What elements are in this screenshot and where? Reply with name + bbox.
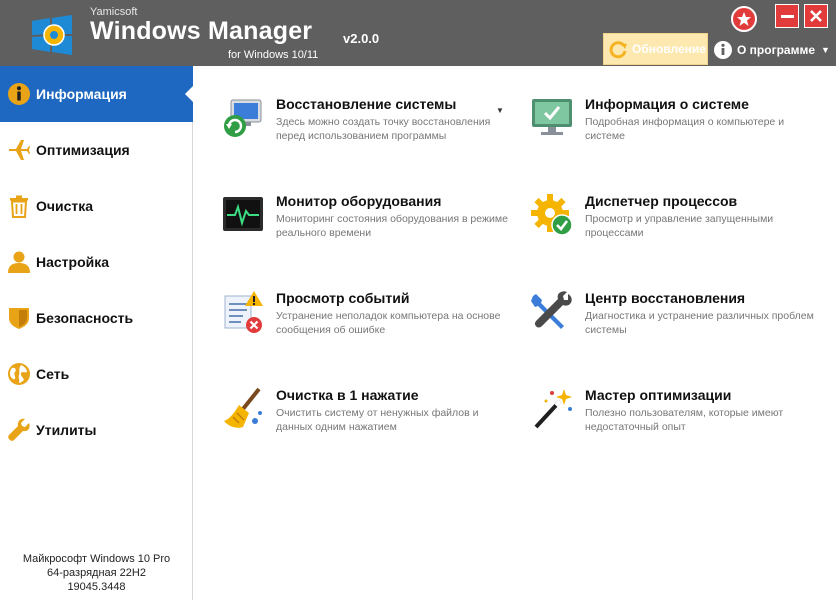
info-icon bbox=[714, 41, 732, 59]
tile-description: Подробная информация о компьютере и сист… bbox=[585, 116, 785, 142]
tile-description: Полезно пользователям, которые имеют нед… bbox=[585, 407, 784, 433]
tile-title: Просмотр событий bbox=[276, 290, 410, 306]
hardware-monitor-icon bbox=[223, 197, 263, 231]
tile-optimization-wizard[interactable]: Мастер оптимизации Полезно пользователям… bbox=[530, 387, 830, 453]
about-label: О программе bbox=[737, 43, 816, 57]
update-button[interactable]: Обновление bbox=[603, 33, 708, 65]
sidebar-item-label: Утилиты bbox=[36, 422, 97, 438]
sidebar-item-label: Информация bbox=[36, 86, 127, 102]
airplane-icon bbox=[6, 137, 32, 163]
tile-one-click-cleanup[interactable]: Очистка в 1 нажатие Очистить систему от … bbox=[221, 387, 521, 453]
tile-title: Диспетчер процессов bbox=[585, 193, 738, 209]
tile-description: Здесь можно создать точку восстановления… bbox=[276, 116, 491, 142]
minimize-button[interactable] bbox=[775, 4, 799, 28]
update-label: Обновление bbox=[632, 42, 706, 56]
globe-icon bbox=[6, 361, 32, 387]
tile-title: Очистка в 1 нажатие bbox=[276, 387, 419, 403]
tile-title: Восстановление системы bbox=[276, 96, 457, 112]
sidebar-item-customization[interactable]: Настройка bbox=[0, 234, 193, 290]
tile-title: Мастер оптимизации bbox=[585, 387, 732, 403]
sidebar-item-security[interactable]: Безопасность bbox=[0, 290, 193, 346]
tile-description: Просмотр и управление запущенными процес… bbox=[585, 213, 774, 239]
sidebar-item-network[interactable]: Сеть bbox=[0, 346, 193, 402]
close-button[interactable] bbox=[804, 4, 828, 28]
tile-title: Центр восстановления bbox=[585, 290, 746, 306]
broom-icon bbox=[224, 387, 262, 428]
system-version-info: Майкрософт Windows 10 Pro 64-разрядная 2… bbox=[0, 552, 193, 594]
tile-description: Очистить систему от ненужных файлов и да… bbox=[276, 407, 479, 433]
wrench-icon bbox=[6, 417, 32, 443]
tile-hardware-monitor[interactable]: Монитор оборудования Мониторинг состояни… bbox=[221, 193, 521, 259]
about-button[interactable]: О программе ▼ bbox=[713, 38, 830, 62]
tile-system-info[interactable]: Информация о системе Подробная информаци… bbox=[530, 96, 830, 162]
close-icon bbox=[810, 10, 822, 22]
repair-tools-icon bbox=[531, 291, 572, 329]
os-build: 19045.3448 bbox=[67, 581, 126, 593]
sidebar-item-label: Настройка bbox=[36, 254, 110, 270]
tile-title: Монитор оборудования bbox=[276, 193, 442, 209]
tile-process-manager[interactable]: Диспетчер процессов Просмотр и управлени… bbox=[530, 193, 830, 259]
chevron-down-icon: ▼ bbox=[821, 45, 830, 55]
app-logo-icon bbox=[32, 15, 72, 55]
app-title: Windows Manager bbox=[90, 17, 313, 45]
sidebar-item-label: Оптимизация bbox=[36, 142, 130, 158]
chevron-down-icon[interactable]: ▼ bbox=[496, 106, 504, 115]
tile-title: Информация о системе bbox=[585, 96, 749, 112]
refresh-icon bbox=[609, 41, 627, 59]
star-icon bbox=[737, 12, 751, 26]
tile-event-viewer[interactable]: Просмотр событий Устранение неполадок ко… bbox=[221, 290, 521, 356]
tile-description: Диагностика и устранение различных пробл… bbox=[585, 310, 814, 336]
tile-recovery-center[interactable]: Центр восстановления Диагностика и устра… bbox=[530, 290, 830, 356]
sidebar-item-label: Очистка bbox=[36, 198, 94, 214]
shield-icon bbox=[6, 305, 32, 331]
user-icon bbox=[6, 249, 32, 275]
sidebar-item-optimization[interactable]: Оптимизация bbox=[0, 122, 193, 178]
os-arch: 64-разрядная 22H2 bbox=[47, 567, 146, 579]
os-name: Майкрософт Windows 10 Pro bbox=[22, 553, 171, 565]
event-viewer-icon bbox=[224, 291, 263, 333]
sidebar: Информация Оптимизация Очистка Настройка… bbox=[0, 66, 193, 600]
favorite-button[interactable] bbox=[731, 6, 757, 32]
process-gear-icon bbox=[531, 194, 573, 236]
monitor-icon bbox=[532, 99, 572, 135]
sidebar-item-utilities[interactable]: Утилиты bbox=[0, 402, 193, 458]
minimize-icon bbox=[780, 14, 794, 18]
trash-icon bbox=[6, 193, 32, 219]
app-platform: for Windows 10/11 bbox=[228, 49, 319, 61]
tile-system-restore[interactable]: Восстановление системы Здесь можно созда… bbox=[221, 96, 521, 162]
tile-description: Мониторинг состояния оборудования в режи… bbox=[276, 213, 508, 239]
system-restore-icon bbox=[224, 99, 262, 137]
sidebar-item-cleanup[interactable]: Очистка bbox=[0, 178, 193, 234]
sidebar-item-label: Сеть bbox=[36, 366, 70, 382]
sidebar-item-info[interactable]: Информация bbox=[0, 66, 193, 122]
sidebar-item-label: Безопасность bbox=[36, 310, 134, 326]
app-version: v2.0.0 bbox=[343, 31, 380, 46]
title-bar: Yamicsoft Windows Manager v2.0.0 for Win… bbox=[0, 0, 836, 66]
magic-wand-icon bbox=[534, 389, 572, 429]
info-icon bbox=[6, 81, 32, 107]
tile-description: Устранение неполадок компьютера на основ… bbox=[276, 310, 501, 336]
